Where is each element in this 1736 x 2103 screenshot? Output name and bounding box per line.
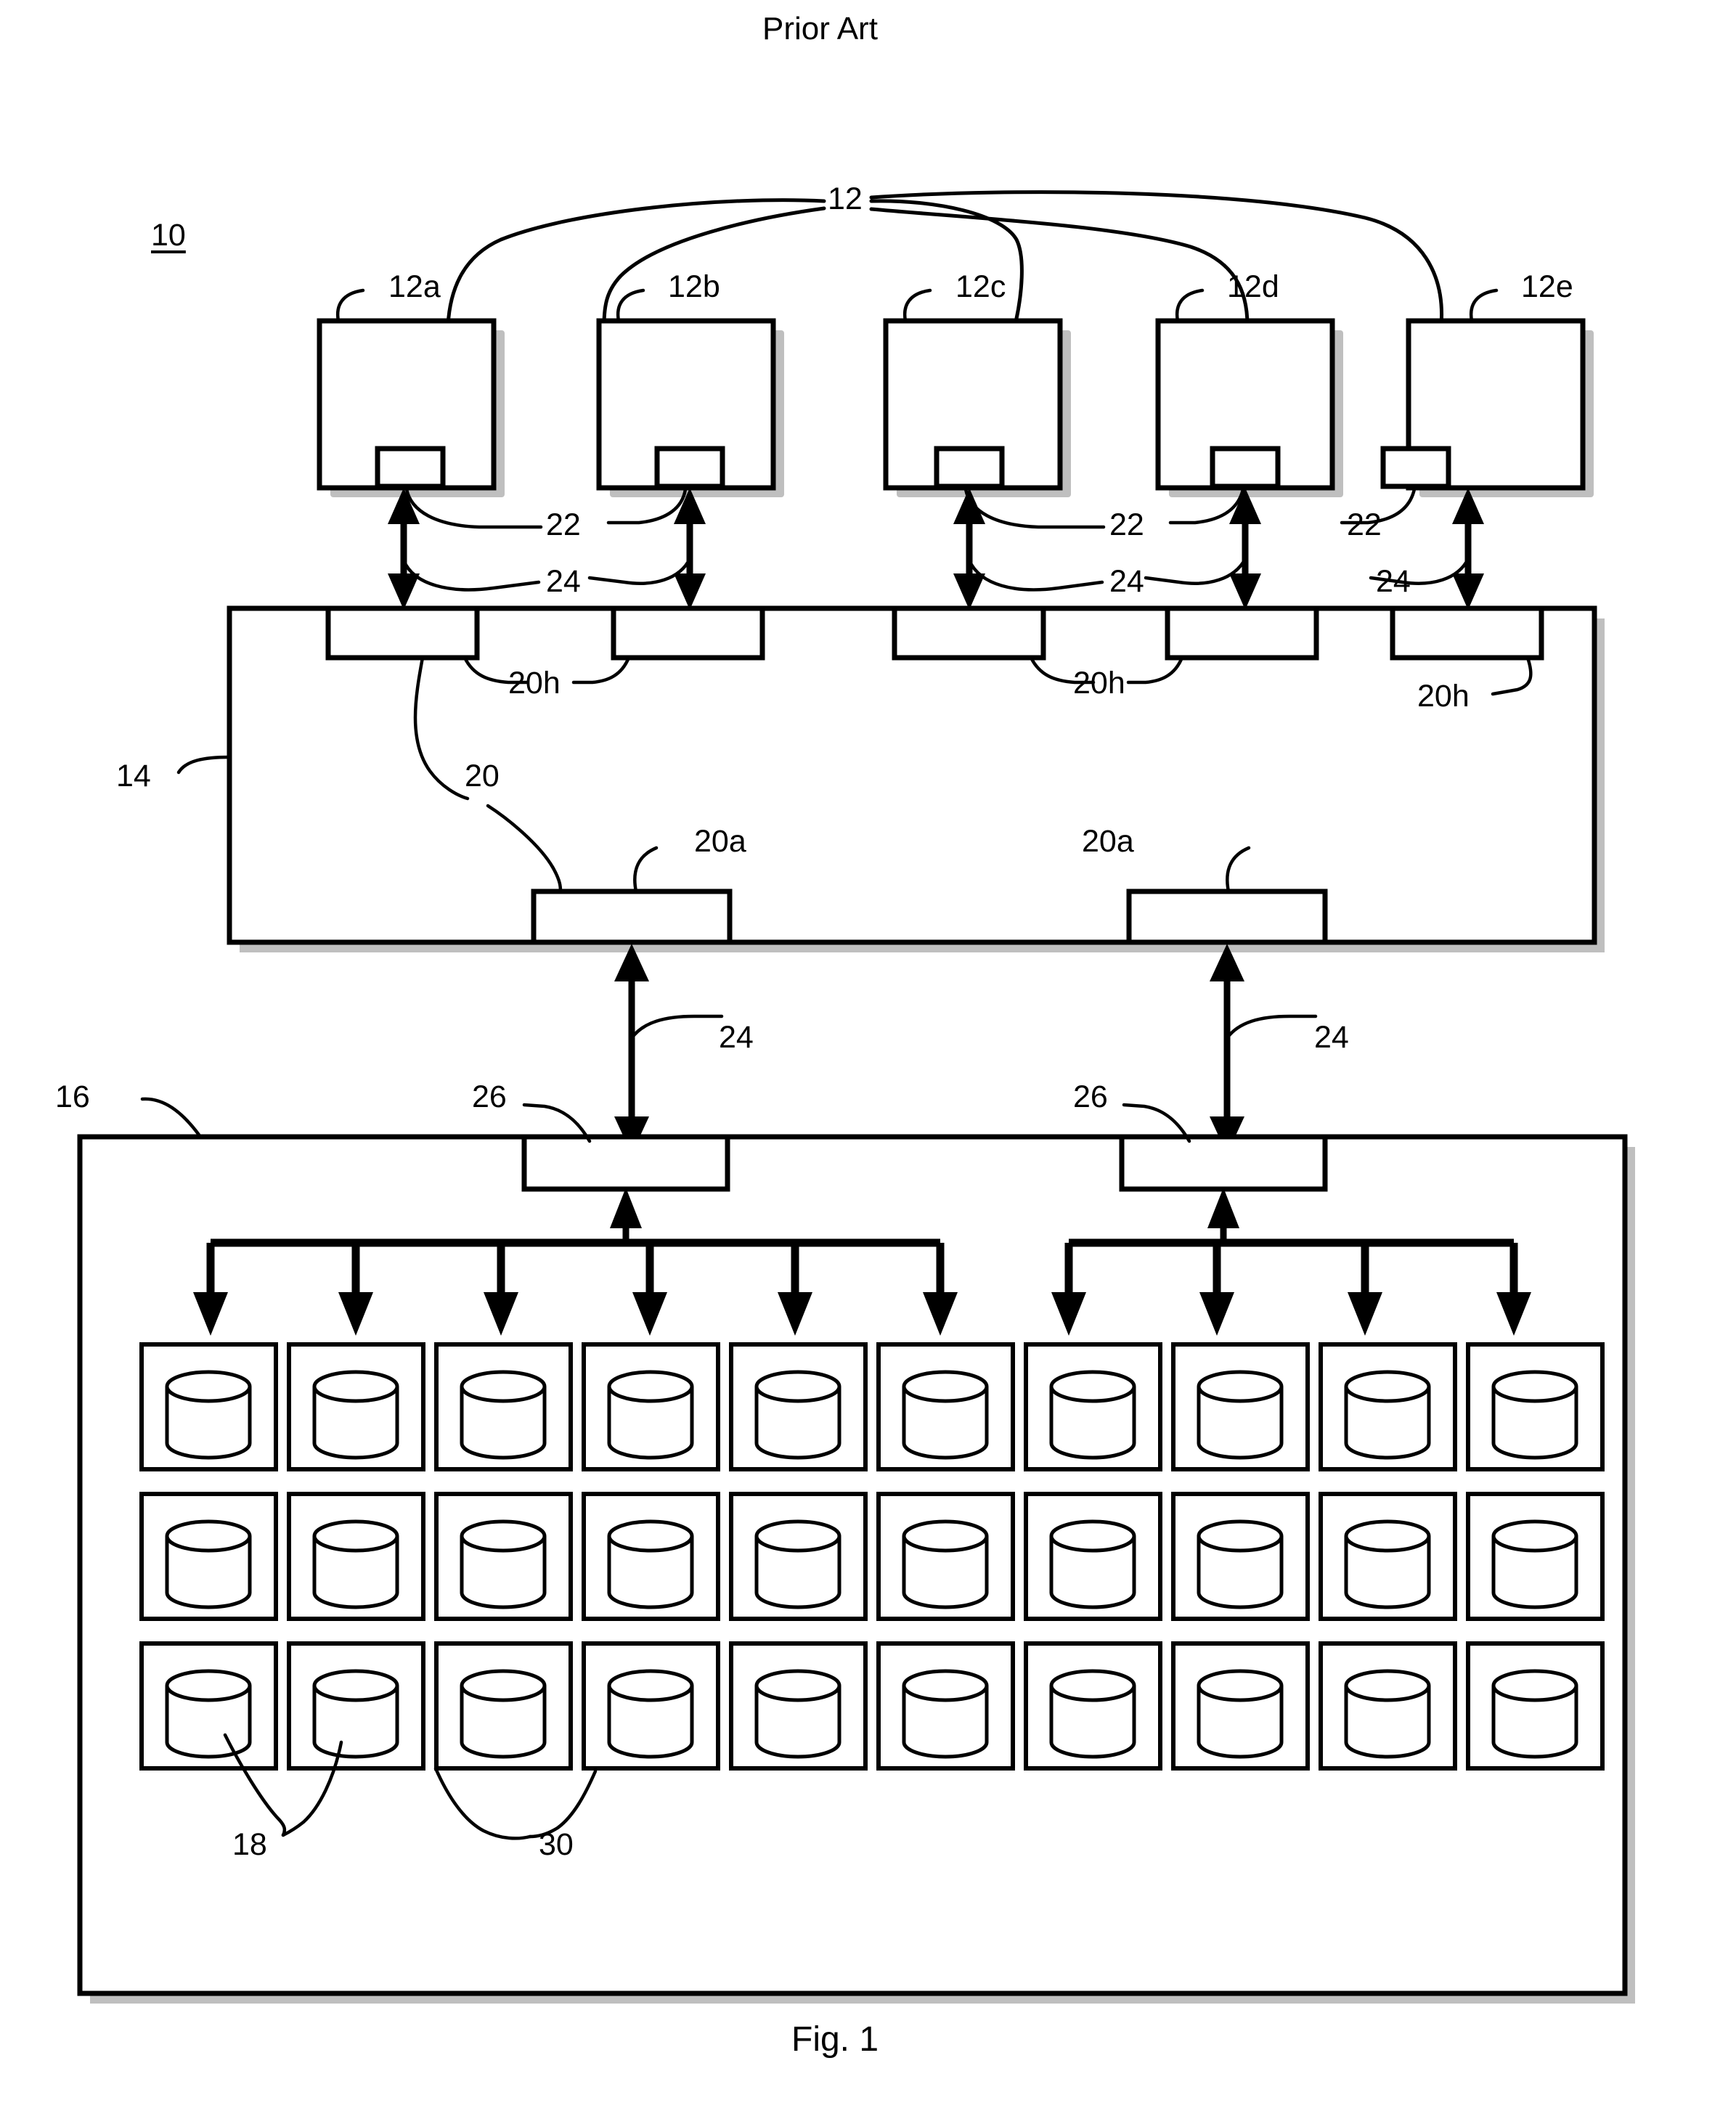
terminal-interface-ref-label-2: 22 bbox=[1109, 507, 1144, 542]
disk-cell bbox=[287, 1641, 425, 1771]
storage-interface-ref-label-2: 26 bbox=[1073, 1079, 1108, 1114]
terminal-b-shape bbox=[596, 318, 784, 497]
disk-cell bbox=[729, 1641, 868, 1771]
disk-cell bbox=[1024, 1342, 1162, 1471]
storage-interface-ref-label-1: 26 bbox=[472, 1079, 507, 1114]
host-port-ref-label-1: 20h bbox=[508, 666, 561, 701]
host-port-ref-label-3: 20h bbox=[1417, 679, 1470, 714]
storage-subsystem-ref-label: 16 bbox=[55, 1079, 90, 1114]
server-ref-leader bbox=[176, 755, 232, 775]
disk-cell bbox=[434, 1342, 573, 1471]
terminal-c-ref-label: 12c bbox=[955, 269, 1006, 304]
terminal-link-ref-label-2: 24 bbox=[1109, 564, 1144, 599]
disk-cell bbox=[1319, 1492, 1457, 1621]
terminal-b-ref-label: 12b bbox=[668, 269, 720, 304]
storage-ref-leader bbox=[140, 1097, 203, 1139]
figure-title: Prior Art bbox=[762, 11, 878, 46]
disk-ref-label: 18 bbox=[232, 1827, 267, 1862]
disk-cell bbox=[1024, 1641, 1162, 1771]
disk-cell bbox=[1466, 1342, 1605, 1471]
terminal-a-ref-label: 12a bbox=[388, 269, 441, 304]
disk-cell bbox=[1171, 1492, 1310, 1621]
terminal-interface-ref-label-1: 22 bbox=[546, 507, 581, 542]
terminal-d-shape bbox=[1155, 318, 1343, 497]
disk-cell bbox=[582, 1492, 720, 1621]
disk-cell bbox=[1171, 1342, 1310, 1471]
storage-port-ref-label-1: 20a bbox=[694, 824, 746, 859]
server-ref-label: 14 bbox=[116, 759, 151, 793]
disk-cell bbox=[434, 1641, 573, 1771]
disk-cell bbox=[287, 1342, 425, 1471]
terminal-link-ref-label-1: 24 bbox=[546, 564, 581, 599]
storage-port-ref-label-2: 20a bbox=[1082, 824, 1134, 859]
disk-cell bbox=[582, 1641, 720, 1771]
disk-enclosure-ref-label: 30 bbox=[539, 1827, 574, 1862]
disk-cell bbox=[876, 1641, 1015, 1771]
terminal-group-ref-label: 12 bbox=[828, 181, 863, 216]
patent-figure-page: Prior Art 10 12 12a 12b 12c 12d 12e 22 2… bbox=[0, 0, 1736, 2103]
terminal-ref-hooks bbox=[335, 288, 1499, 323]
terminal-a-shape bbox=[317, 318, 505, 497]
system-ref-label: 10 bbox=[151, 218, 186, 253]
disk-cell bbox=[1466, 1492, 1605, 1621]
disk-cell bbox=[582, 1342, 720, 1471]
disk-cell bbox=[1466, 1641, 1605, 1771]
server-storage-link-ref-label-2: 24 bbox=[1314, 1020, 1349, 1055]
terminal-e-ref-label: 12e bbox=[1521, 269, 1573, 304]
terminal-d-ref-label: 12d bbox=[1227, 269, 1279, 304]
figure-drawing bbox=[77, 190, 1635, 2004]
disk-cell bbox=[1319, 1342, 1457, 1471]
disk-cell bbox=[876, 1492, 1015, 1621]
server-storage-link-ref-label-1: 24 bbox=[719, 1020, 754, 1055]
terminal-c-shape bbox=[883, 318, 1071, 497]
server-storage-links bbox=[614, 944, 1244, 1154]
terminal-interface-ref-label-3: 22 bbox=[1347, 507, 1382, 542]
terminal-link-ref-label-3: 24 bbox=[1376, 564, 1411, 599]
disk-cell bbox=[1024, 1492, 1162, 1621]
figure-caption: Fig. 1 bbox=[791, 2020, 879, 2059]
disk-cell bbox=[139, 1342, 278, 1471]
terminal-group-leader-lines bbox=[446, 190, 1444, 327]
controller-ref-label: 20 bbox=[465, 759, 500, 793]
disk-cell bbox=[287, 1492, 425, 1621]
disk-cell bbox=[1171, 1641, 1310, 1771]
disk-cell bbox=[1319, 1641, 1457, 1771]
host-port-ref-label-2: 20h bbox=[1073, 666, 1125, 701]
disk-cell bbox=[876, 1342, 1015, 1471]
disk-cell bbox=[434, 1492, 573, 1621]
disk-cell bbox=[139, 1641, 278, 1771]
terminal-e-shape bbox=[1380, 318, 1594, 497]
disk-cell bbox=[729, 1342, 868, 1471]
disk-cell bbox=[729, 1492, 868, 1621]
disk-cell bbox=[139, 1492, 278, 1621]
